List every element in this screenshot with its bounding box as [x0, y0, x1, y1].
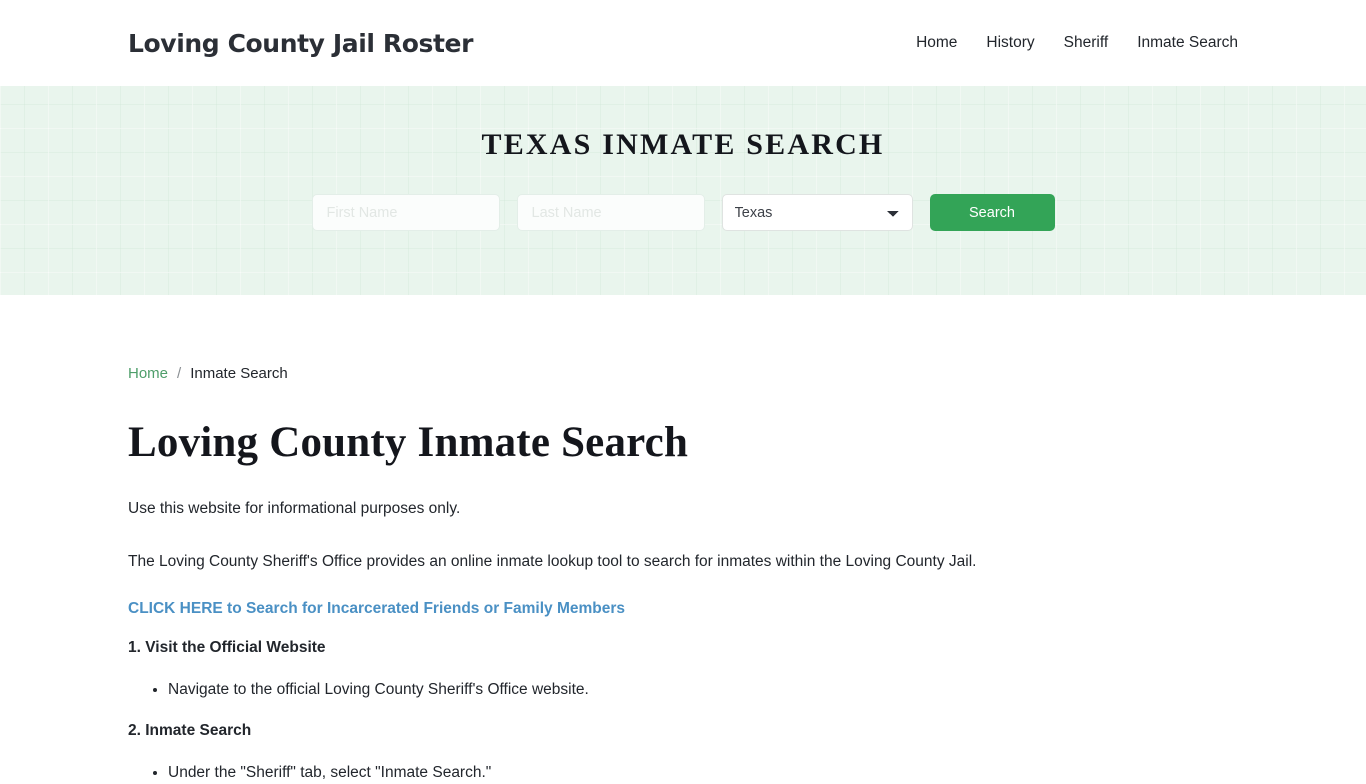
- last-name-input[interactable]: [516, 194, 705, 231]
- breadcrumb-separator: /: [177, 365, 182, 382]
- site-title: Loving County Jail Roster: [128, 28, 473, 58]
- state-select[interactable]: Texas: [721, 194, 913, 231]
- nav-item-sheriff[interactable]: Sheriff: [1064, 34, 1109, 52]
- inmate-search-cta-link[interactable]: CLICK HERE to Search for Incarcerated Fr…: [128, 600, 625, 618]
- search-button[interactable]: Search: [929, 194, 1055, 231]
- inmate-search-form: Texas Search: [311, 194, 1055, 231]
- nav-item-history[interactable]: History: [986, 34, 1034, 52]
- nav-item-inmate-search[interactable]: Inmate Search: [1137, 34, 1238, 52]
- intro-paragraph-2: The Loving County Sheriff's Office provi…: [128, 553, 977, 571]
- intro-paragraph-1: Use this website for informational purpo…: [128, 500, 461, 517]
- first-name-input[interactable]: [311, 194, 500, 231]
- breadcrumb: Home / Inmate Search: [128, 365, 1238, 382]
- list-item: Navigate to the official Loving County S…: [168, 678, 1238, 701]
- site-header: Loving County Jail Roster Home History S…: [0, 0, 1366, 86]
- step-2-list: Under the "Sheriff" tab, select "Inmate …: [128, 761, 1238, 784]
- hero-title: TEXAS INMATE SEARCH: [481, 128, 885, 161]
- list-item: Under the "Sheriff" tab, select "Inmate …: [168, 761, 1238, 784]
- nav-item-home[interactable]: Home: [916, 34, 957, 52]
- breadcrumb-current: Inmate Search: [190, 365, 288, 382]
- step-2-heading: 2. Inmate Search: [128, 722, 252, 740]
- page-title: Loving County Inmate Search: [128, 419, 689, 466]
- breadcrumb-home-link[interactable]: Home: [128, 365, 168, 382]
- main-navigation: Home History Sheriff Inmate Search: [916, 34, 1238, 52]
- step-1-heading: 1. Visit the Official Website: [128, 638, 326, 656]
- main-content: Home / Inmate Search Loving County Inmat…: [0, 365, 1366, 784]
- hero-search-banner: TEXAS INMATE SEARCH Texas Search: [0, 86, 1366, 295]
- step-1-list: Navigate to the official Loving County S…: [128, 678, 1238, 701]
